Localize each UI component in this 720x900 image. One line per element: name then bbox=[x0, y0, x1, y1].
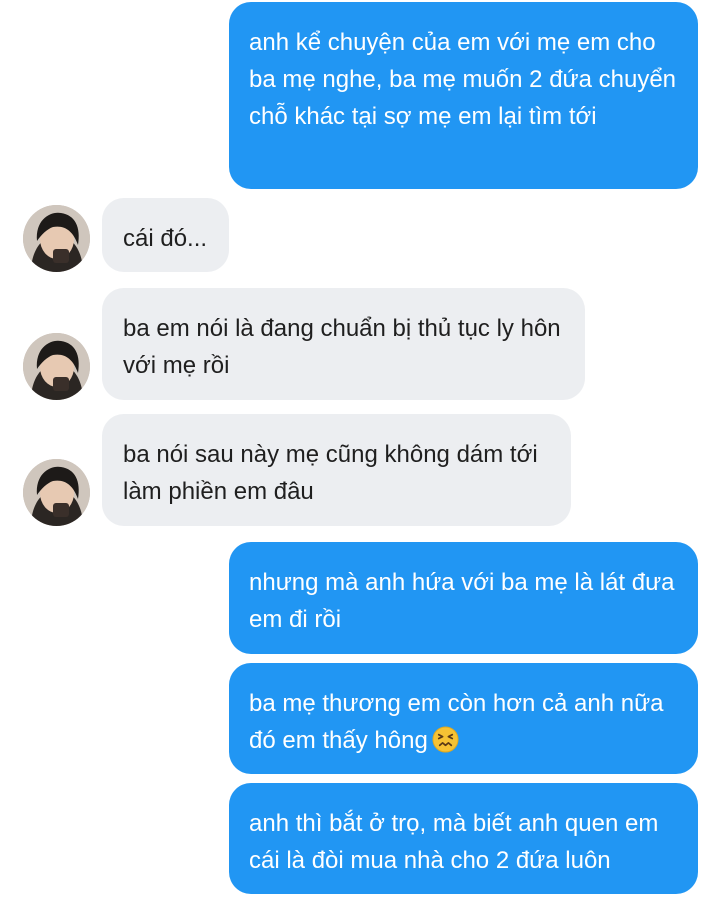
incoming-message[interactable]: cái đó... bbox=[102, 198, 230, 272]
avatar-photo-icon bbox=[23, 459, 90, 526]
message-text: nhưng mà anh hứa với ba mẹ là lát đưa em… bbox=[249, 569, 675, 633]
contact-avatar[interactable] bbox=[23, 205, 90, 272]
outgoing-message[interactable]: ba mẹ thương em còn hơn cả anh nữa đó em… bbox=[229, 663, 698, 774]
incoming-message[interactable]: ba nói sau này mẹ cũng không dám tới làm… bbox=[102, 414, 571, 526]
contact-avatar[interactable] bbox=[23, 333, 90, 400]
message-text: ba em nói là đang chuẩn bị thủ tục ly hô… bbox=[123, 315, 561, 379]
outgoing-message[interactable]: nhưng mà anh hứa với ba mẹ là lát đưa em… bbox=[229, 542, 698, 654]
avatar-photo-icon bbox=[23, 333, 90, 400]
message-text: anh thì bắt ở trọ, mà biết anh quen em c… bbox=[249, 810, 659, 874]
outgoing-message[interactable]: anh kể chuyện của em với mẹ em cho ba mẹ… bbox=[229, 2, 698, 189]
outgoing-message[interactable]: anh thì bắt ở trọ, mà biết anh quen em c… bbox=[229, 783, 698, 894]
incoming-message[interactable]: ba em nói là đang chuẩn bị thủ tục ly hô… bbox=[102, 288, 585, 400]
message-text: cái đó... bbox=[123, 225, 208, 252]
chat-thread: anh kể chuyện của em với mẹ em cho ba mẹ… bbox=[0, 0, 720, 900]
confounded-face-icon bbox=[432, 726, 459, 753]
avatar-photo-icon bbox=[23, 205, 90, 272]
message-text: anh kể chuyện của em với mẹ em cho ba mẹ… bbox=[249, 29, 677, 130]
message-text: ba nói sau này mẹ cũng không dám tới làm… bbox=[123, 441, 538, 505]
contact-avatar[interactable] bbox=[23, 459, 90, 526]
